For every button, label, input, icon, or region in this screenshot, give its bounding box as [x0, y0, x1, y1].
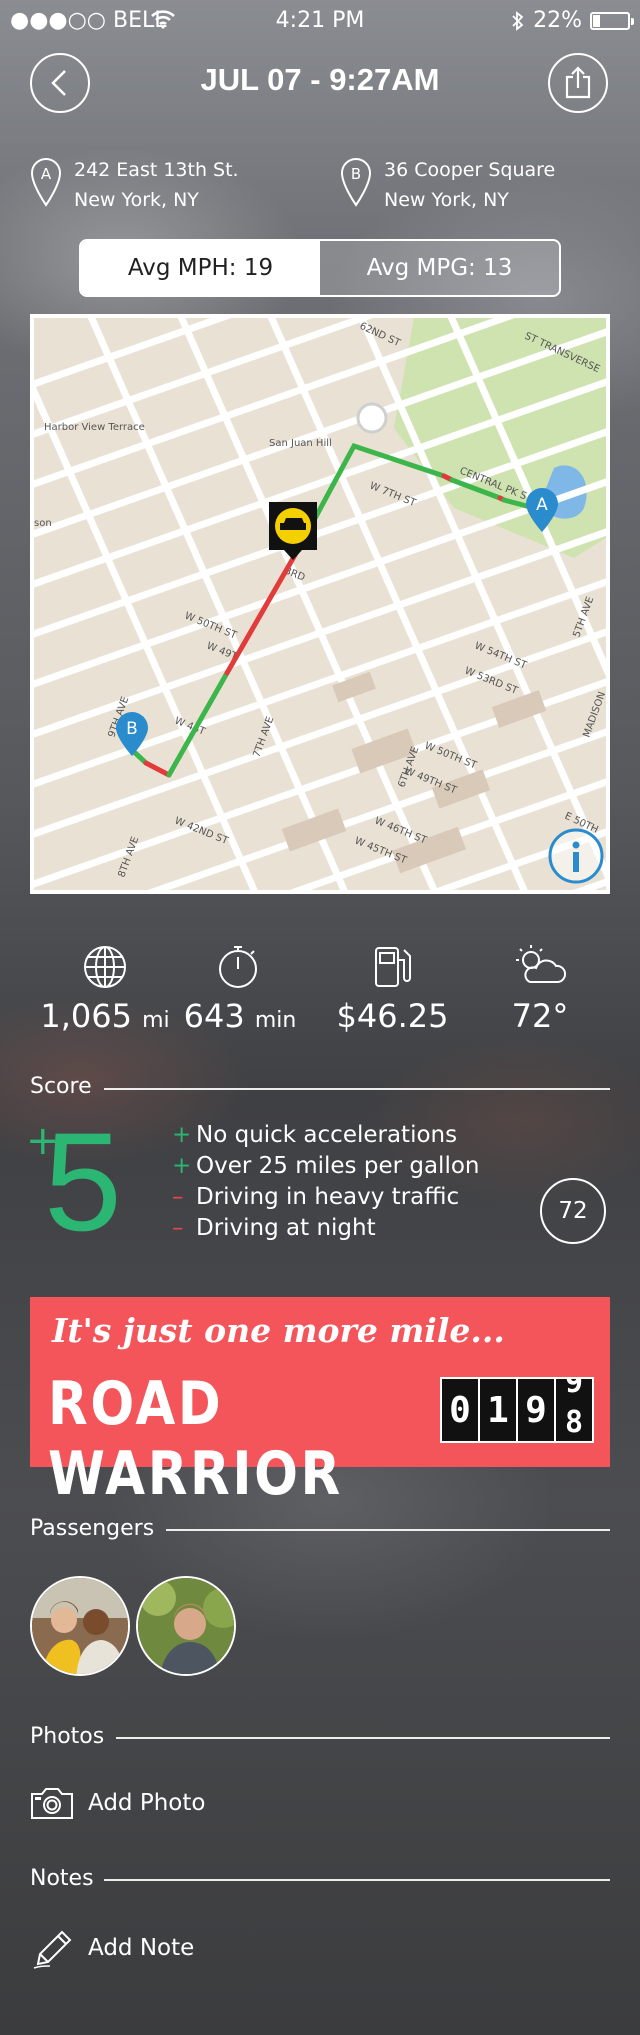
map-label-son: son: [34, 518, 52, 529]
score-reason: + No quick accelerations: [172, 1122, 458, 1148]
pin-a-icon: A: [30, 158, 62, 207]
score-reason: – Driving in heavy traffic: [172, 1184, 460, 1210]
odometer: 0 1 9 9 8: [440, 1377, 594, 1443]
temperature-stat: 72°: [480, 997, 600, 1035]
distance-value: 1,065: [40, 997, 132, 1035]
info-icon-stem: [573, 852, 579, 872]
photos-divider: [116, 1737, 610, 1739]
start-address-line1: 242 East 13th St.: [74, 159, 239, 181]
duration-value: 643: [183, 997, 245, 1035]
start-address-line2: New York, NY: [74, 189, 199, 211]
share-button[interactable]: [548, 53, 608, 113]
add-note-label: Add Note: [88, 1935, 195, 1961]
map-label-harbor: Harbor View Terrace: [44, 422, 145, 433]
battery-percent: 22%: [533, 8, 582, 33]
score-label: Score: [30, 1074, 92, 1099]
start-address: A 242 East 13th St. New York, NY: [30, 155, 239, 215]
add-photo-label: Add Photo: [88, 1790, 206, 1816]
trip-score: 5: [44, 1103, 122, 1260]
score-divider: [104, 1088, 610, 1090]
end-address-line1: 36 Cooper Square: [384, 159, 556, 181]
notes-label: Notes: [30, 1866, 94, 1891]
passenger-photo-2: [138, 1578, 234, 1674]
achievement-banner: It's just one more mile... ROAD WARRIOR …: [30, 1297, 610, 1509]
passengers-divider: [166, 1529, 610, 1531]
pin-b-letter: B: [351, 165, 361, 183]
notes-divider: [104, 1879, 610, 1881]
partly-cloudy-icon: [516, 945, 567, 983]
map-info-button[interactable]: [548, 828, 608, 888]
avatar[interactable]: [136, 1576, 236, 1676]
odometer-rolling-bottom: 8: [564, 1405, 584, 1440]
fuel-cost-value: $46.25: [336, 997, 449, 1035]
info-icon-dot: [572, 841, 580, 849]
pin-a-letter: A: [41, 165, 52, 183]
temperature-value: 72°: [511, 997, 569, 1035]
pencil-icon: [33, 1930, 72, 1969]
passengers-label: Passengers: [30, 1516, 155, 1541]
pin-b-icon: B: [340, 158, 372, 207]
map-canvas: Harbor View Terrace San Juan Hill son W …: [34, 318, 606, 890]
status-bar: ●●●○○ BELL 4:21 PM 22%: [0, 0, 640, 40]
camera-icon: [31, 1788, 73, 1819]
avg-mpg-segment[interactable]: Avg MPG: 13: [320, 241, 559, 295]
trip-title: JUL 07 - 9:27AM: [200, 62, 440, 97]
photos-label: Photos: [30, 1724, 105, 1749]
score-reason: – Driving at night: [172, 1215, 376, 1241]
fuel-cost-stat: $46.25: [320, 997, 465, 1035]
wifi-icon: [151, 10, 175, 29]
share-icon: [565, 66, 591, 99]
speed-mileage-toggle: Avg MPH: 19 Avg MPG: 13: [79, 239, 561, 297]
battery-indicator: 22%: [511, 8, 634, 33]
end-address-line2: New York, NY: [384, 189, 509, 211]
score-reasons: + No quick accelerations + Over 25 miles p…: [172, 1120, 479, 1244]
passenger-photo-1: [32, 1578, 128, 1674]
avatar[interactable]: [30, 1576, 130, 1676]
score-reason: + Over 25 miles per gallon: [172, 1153, 480, 1179]
duration-unit: min: [254, 1008, 297, 1033]
duration-stat: 643 min: [175, 997, 305, 1035]
avg-mph-segment[interactable]: Avg MPH: 19: [81, 241, 320, 295]
odometer-rolling-top: 9: [564, 1379, 584, 1400]
odometer-digit: 1: [480, 1379, 516, 1441]
odometer-digit: 9: [518, 1379, 554, 1441]
end-address: B 36 Cooper Square New York, NY: [340, 155, 555, 215]
total-score-badge[interactable]: 72: [540, 1178, 606, 1244]
route-map[interactable]: Harbor View Terrace San Juan Hill son W …: [30, 314, 610, 894]
distance-unit: mi: [142, 1008, 170, 1033]
add-photo-button[interactable]: Add Photo: [30, 1786, 205, 1820]
odometer-digit: 0: [442, 1379, 478, 1441]
distance-stat: 1,065 mi: [40, 997, 170, 1035]
odometer-rolling-digit: 9 8: [556, 1379, 592, 1441]
stopwatch-icon: [219, 946, 257, 988]
globe-icon: [84, 946, 126, 988]
banner-tagline: It's just one more mile...: [52, 1311, 505, 1350]
fuel-pump-icon: [375, 947, 411, 987]
bluetooth-icon: [512, 10, 524, 31]
battery-icon: [590, 11, 634, 30]
map-marker-a-letter: A: [536, 495, 548, 515]
columbus-circle: [356, 402, 388, 434]
map-marker-b-letter: B: [126, 719, 138, 739]
add-note-button[interactable]: Add Note: [30, 1926, 194, 1970]
map-label-sanjuan: San Juan Hill: [269, 438, 332, 449]
